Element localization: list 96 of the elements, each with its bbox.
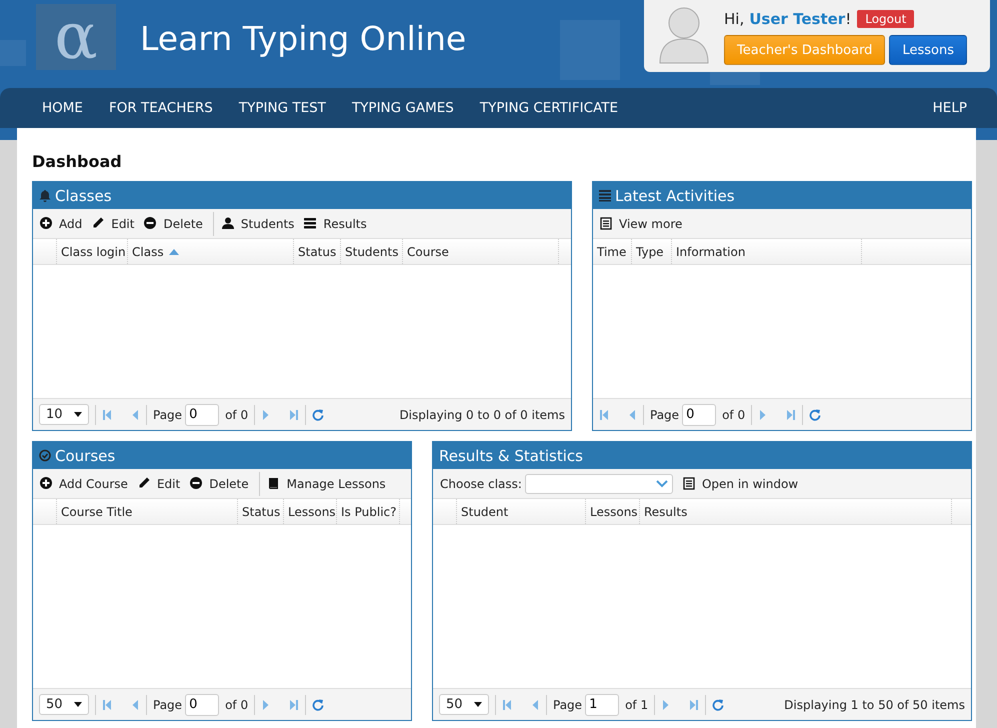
minus-circle-icon <box>144 217 156 230</box>
nav-button[interactable]: Lessons <box>889 35 967 65</box>
caret-down-icon <box>474 702 482 707</box>
first-page-icon[interactable] <box>599 408 609 420</box>
panel-title: Results & Statistics <box>439 446 583 464</box>
greeting-text: ! <box>845 10 852 28</box>
nav-link[interactable]: TYPING GAMES <box>352 100 454 116</box>
page-input[interactable]: 0 <box>185 694 220 716</box>
page-label: Page <box>650 408 680 422</box>
page-count: of 0 <box>225 408 248 422</box>
display-count: Displaying 0 to 0 of 0 items <box>399 408 565 422</box>
field-label: Choose class: <box>440 476 522 490</box>
caret-down-icon <box>74 702 82 707</box>
first-page-icon[interactable] <box>102 698 112 710</box>
page-size-select[interactable]: 10 <box>39 404 89 425</box>
first-page-icon[interactable] <box>502 698 512 710</box>
panel-title: Courses <box>55 446 116 464</box>
column-header[interactable]: Class <box>132 244 164 258</box>
column-header[interactable]: Type <box>636 244 664 258</box>
toolbar-button[interactable]: View more <box>600 216 682 230</box>
toolbar-button[interactable]: Add Course <box>40 476 128 490</box>
toolbar-button[interactable]: Students <box>212 212 294 236</box>
previous-page-icon[interactable] <box>130 408 140 420</box>
minus-circle-icon <box>190 477 202 490</box>
column-header[interactable]: Student <box>461 504 508 518</box>
class-select[interactable] <box>524 474 673 494</box>
column-header[interactable]: Status <box>242 504 280 518</box>
first-page-icon[interactable] <box>102 408 112 420</box>
greeting-text: Hi, <box>724 10 744 28</box>
column-header[interactable]: Information <box>676 244 746 258</box>
page-size-select[interactable]: 50 <box>39 694 89 715</box>
column-header[interactable]: Course Title <box>61 504 132 518</box>
plus-circle-icon <box>40 217 52 230</box>
chevron-down-icon <box>656 480 668 488</box>
logout-button[interactable]: Logout <box>857 10 914 28</box>
page-input[interactable]: 0 <box>682 404 716 426</box>
page-label: Page <box>153 698 182 712</box>
page-label: Page <box>553 698 582 712</box>
user-icon <box>222 217 234 230</box>
toolbar-button[interactable]: Results <box>304 216 367 230</box>
last-page-icon[interactable] <box>689 698 700 710</box>
refresh-icon[interactable] <box>809 408 822 420</box>
column-header[interactable]: Is Public? <box>341 504 396 518</box>
bell-icon <box>39 189 51 202</box>
last-page-icon[interactable] <box>289 408 300 420</box>
column-header[interactable]: Status <box>298 244 336 258</box>
toolbar-button[interactable]: Delete <box>144 216 203 230</box>
column-header[interactable]: Students <box>345 244 398 258</box>
column-header[interactable]: Course <box>407 244 449 258</box>
column-header[interactable]: Lessons <box>590 504 638 518</box>
display-count: Displaying 1 to 50 of 50 items <box>784 698 965 712</box>
column-header[interactable]: Time <box>597 244 626 258</box>
refresh-icon[interactable] <box>312 408 324 420</box>
refresh-icon[interactable] <box>312 698 324 710</box>
previous-page-icon[interactable] <box>130 698 140 710</box>
toolbar-button[interactable]: Add <box>40 216 82 230</box>
page-title: Dashboad <box>32 152 123 171</box>
refresh-icon[interactable] <box>712 698 724 710</box>
last-page-icon[interactable] <box>786 408 796 420</box>
site-title: Learn Typing Online <box>140 18 466 60</box>
toolbar-button[interactable]: Edit <box>138 476 180 490</box>
list-icon <box>304 217 316 230</box>
document-list-icon <box>600 217 612 230</box>
user-name-link[interactable]: User Tester <box>749 10 846 28</box>
panel-title: Latest Activities <box>615 186 735 204</box>
page-input[interactable]: 0 <box>185 404 220 426</box>
pencil-icon <box>138 477 150 490</box>
nav-link[interactable]: FOR TEACHERS <box>108 100 213 116</box>
page-label: Page <box>153 408 182 422</box>
plus-circle-icon <box>40 477 52 490</box>
last-page-icon[interactable] <box>289 698 300 710</box>
check-circle-icon <box>39 449 51 462</box>
column-header[interactable]: Results <box>644 504 688 518</box>
nav-link[interactable]: HOME <box>42 100 83 116</box>
page-count: of 0 <box>225 698 248 712</box>
pencil-icon <box>92 217 104 230</box>
page-count: of 1 <box>625 698 648 712</box>
document-list-icon <box>682 477 695 490</box>
page-size-select[interactable]: 50 <box>439 694 489 715</box>
toolbar-button[interactable]: Delete <box>190 476 249 490</box>
nav-link[interactable]: TYPING TEST <box>238 100 326 116</box>
page-input[interactable]: 1 <box>585 694 620 716</box>
toolbar-button[interactable]: Open in window <box>682 476 798 490</box>
nav-link[interactable]: HELP <box>932 100 967 116</box>
list-icon <box>599 189 611 202</box>
caret-down-icon <box>74 412 82 417</box>
column-header[interactable]: Class login <box>61 244 126 258</box>
toolbar-button[interactable]: Edit <box>92 216 134 230</box>
book-icon <box>268 477 280 490</box>
column-header[interactable]: Lessons <box>288 504 336 518</box>
panel-title: Classes <box>55 186 112 204</box>
previous-page-icon[interactable] <box>530 698 540 710</box>
page-count: of 0 <box>722 408 746 422</box>
nav-link[interactable]: TYPING CERTIFICATE <box>480 100 618 116</box>
toolbar-button[interactable]: Manage Lessons <box>258 472 386 496</box>
previous-page-icon[interactable] <box>627 408 637 420</box>
